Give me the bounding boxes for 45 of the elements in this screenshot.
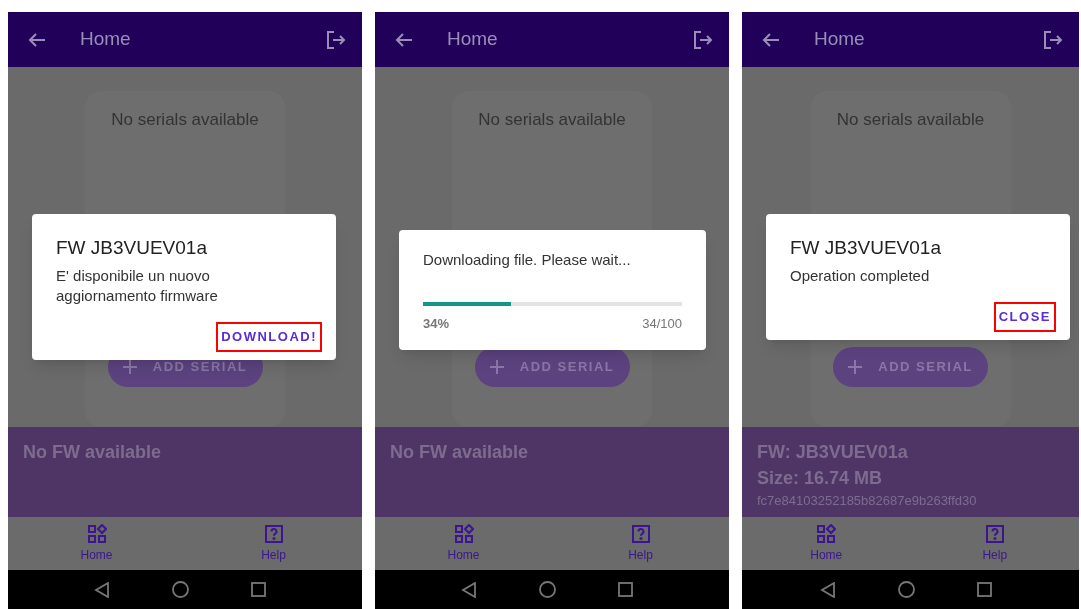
grid-shapes-icon: [816, 523, 837, 544]
progress-count: 34/100: [642, 315, 682, 333]
help-icon: [984, 523, 1005, 544]
dialog-message: E' disponibile un nuovo aggiornamento firmware: [56, 266, 219, 306]
app-bar-title: Home: [814, 27, 865, 52]
plus-icon: [489, 359, 504, 374]
back-triangle-icon[interactable]: [819, 581, 836, 598]
help-icon: [263, 523, 284, 544]
dialog-action-button[interactable]: CLOSE: [993, 302, 1056, 332]
logout-icon[interactable]: [326, 29, 346, 50]
back-triangle-icon[interactable]: [94, 581, 110, 598]
home-circle-icon[interactable]: [897, 581, 915, 598]
back-arrow-icon[interactable]: [395, 31, 413, 48]
nav-tab[interactable]: Home: [8, 517, 185, 570]
dialog-action-button[interactable]: DOWNLOAD!: [216, 322, 322, 352]
back-arrow-icon[interactable]: [762, 31, 780, 48]
dialog-title: FW JB3VUEV01a: [790, 236, 942, 260]
home-circle-icon[interactable]: [539, 581, 556, 598]
home-circle-icon[interactable]: [172, 581, 189, 598]
help-icon: [630, 523, 651, 544]
nav-tab[interactable]: Home: [375, 517, 552, 570]
empty-serials-text: No serials available: [836, 109, 985, 131]
dialog-message: Operation completed: [790, 266, 931, 286]
dialog-title: FW JB3VUEV01a: [56, 236, 208, 260]
logout-icon[interactable]: [693, 29, 713, 50]
logout-icon[interactable]: [1043, 29, 1063, 50]
nav-tab[interactable]: Home: [742, 517, 911, 570]
grid-shapes-icon: [86, 523, 107, 544]
plus-icon: [848, 359, 863, 374]
back-arrow-icon[interactable]: [28, 31, 46, 48]
dialog-message: Downloading file. Please wait...: [423, 250, 632, 270]
progress-percent: 34%: [423, 315, 450, 333]
app-bar-title: Home: [447, 27, 498, 52]
square-icon[interactable]: [251, 582, 266, 597]
nav-tab[interactable]: Help: [910, 517, 1079, 570]
nav-tab[interactable]: Help: [185, 517, 362, 570]
empty-serials-text: No serials available: [478, 109, 626, 131]
back-triangle-icon[interactable]: [461, 581, 477, 598]
empty-serials-text: No serials available: [111, 109, 259, 131]
app-bar-title: Home: [80, 27, 131, 52]
nav-tab[interactable]: Help: [552, 517, 729, 570]
plus-icon: [122, 359, 137, 374]
square-icon[interactable]: [618, 582, 633, 597]
grid-shapes-icon: [453, 523, 474, 544]
square-icon[interactable]: [976, 582, 992, 597]
